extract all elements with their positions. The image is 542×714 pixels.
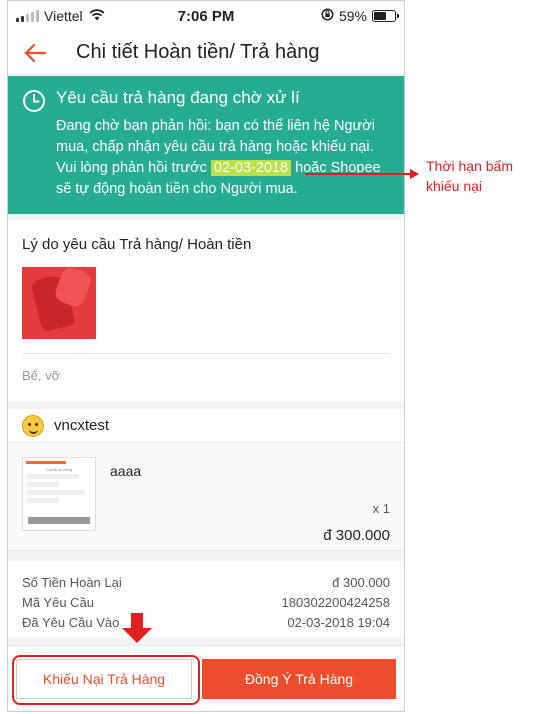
back-button[interactable]	[8, 31, 62, 75]
refund-summary: Số Tiền Hoàn Lại đ 300.000 Mã Yêu Cầu 18030…	[8, 561, 404, 637]
banner-message: Đang chờ bạn phản hồi: bạn có thể liên h…	[56, 116, 390, 200]
accept-return-button[interactable]: Đồng Ý Trả Hàng	[202, 658, 396, 699]
phone-screen: Viettel 7:06 PM 59% Chi tiết Hoàn tiền/ …	[7, 0, 405, 712]
arrow-left-icon	[24, 43, 47, 62]
thumbnail-button	[28, 517, 90, 524]
nav-bar: Chi tiết Hoàn tiền/ Trả hàng	[8, 31, 404, 75]
summary-label: Số Tiền Hoàn Lại	[22, 575, 122, 590]
callout-arrowhead	[410, 169, 419, 179]
summary-row: Đã Yêu Cầu Vào 02-03-2018 19:04	[22, 613, 390, 633]
battery-icon	[372, 10, 399, 22]
carrier-name: Viettel	[44, 8, 83, 24]
summary-value: 180302200424258	[281, 595, 390, 610]
product-price: đ 300.000	[323, 527, 390, 544]
wifi-icon	[89, 8, 105, 24]
complain-return-label: Khiếu Nại Trả Hàng	[42, 670, 166, 687]
signal-icon	[16, 10, 39, 22]
reason-title: Lý do yêu cầu Trả hàng/ Hoàn tiền	[22, 236, 252, 253]
thumbnail-header	[26, 461, 66, 464]
orientation-lock-icon	[321, 8, 334, 24]
page-title: Chi tiết Hoàn tiền/ Trả hàng	[76, 41, 320, 63]
evidence-photo[interactable]	[22, 267, 96, 339]
deadline-date: 02-03-2018	[210, 160, 292, 176]
summary-label: Mã Yêu Cầu	[22, 595, 95, 610]
buyer-avatar	[22, 414, 44, 437]
thumbnail-title: Chuẩn bị hàng	[45, 467, 73, 472]
product-name: aaaa	[110, 463, 142, 479]
product-thumbnail: Chuẩn bị hàng	[22, 457, 96, 531]
summary-row: Số Tiền Hoàn Lại đ 300.000	[22, 573, 390, 593]
callout-text: Thời hạn bấm khiếu nại	[426, 158, 514, 194]
banner-title: Yêu cầu trả hàng đang chờ xử lí	[56, 88, 300, 107]
status-bar: Viettel 7:06 PM 59%	[8, 1, 404, 31]
reason-note: Bể, vỡ	[22, 368, 61, 383]
status-banner: Yêu cầu trả hàng đang chờ xử lí Đang chờ…	[8, 76, 404, 214]
clock-icon	[22, 88, 48, 200]
return-reason-section: Lý do yêu cầu Trả hàng/ Hoàn tiền Bể, vỡ	[8, 220, 404, 401]
down-arrow-icon	[122, 613, 152, 645]
complain-return-button[interactable]: Khiếu Nại Trả Hàng	[12, 654, 200, 705]
accept-return-label: Đồng Ý Trả Hàng	[244, 670, 354, 687]
summary-value: 02-03-2018 19:04	[287, 615, 390, 630]
summary-label: Đã Yêu Cầu Vào	[22, 615, 120, 630]
buyer-row[interactable]: vncxtest	[8, 409, 404, 443]
product-item[interactable]: Chuẩn bị hàng aaaa x 1 đ 300.000	[8, 443, 404, 551]
battery-fill	[374, 12, 386, 20]
product-quantity: x 1	[372, 501, 390, 516]
summary-value: đ 300.000	[332, 575, 390, 590]
summary-row: Mã Yêu Cầu 180302200424258	[22, 593, 390, 613]
battery-percent: 59%	[338, 8, 367, 24]
action-bar: Khiếu Nại Trả Hàng Đồng Ý Trả Hàng	[8, 645, 404, 711]
buyer-name: vncxtest	[54, 417, 110, 434]
callout-line	[305, 173, 412, 175]
